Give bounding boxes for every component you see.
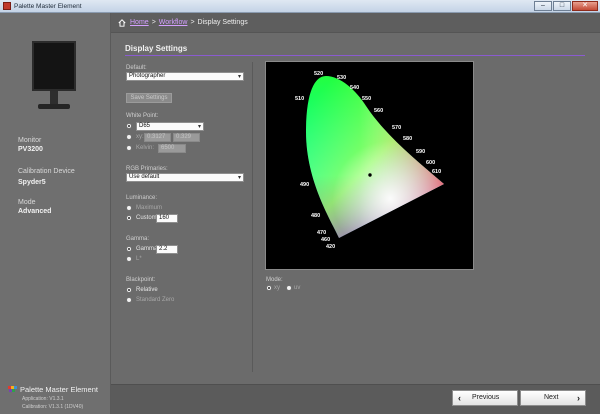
- xy-x-input[interactable]: 0.3127: [144, 133, 171, 142]
- next-button[interactable]: Next ›: [520, 390, 586, 406]
- wavelength-label: 560: [374, 108, 383, 114]
- previous-button[interactable]: ‹ Previous: [452, 390, 518, 406]
- save-settings-button[interactable]: Save Settings: [126, 93, 172, 103]
- white-point-kelvin-radio[interactable]: [126, 145, 132, 151]
- kelvin-option-label: Kelvin:: [136, 145, 155, 151]
- panel-divider: [252, 62, 253, 372]
- wavelength-label: 590: [416, 149, 425, 155]
- blackpoint-relative-radio[interactable]: [126, 287, 132, 293]
- wavelength-label: 570: [392, 125, 401, 131]
- gamut-diagram: 520 530 540 550 560 570 580 590 600 610 …: [265, 61, 474, 270]
- breadcrumb-current: Display Settings: [197, 19, 248, 26]
- chevron-down-icon: ▾: [237, 175, 241, 181]
- title-bar: Palette Master Element – □ ✕: [0, 0, 600, 13]
- brand-name: Palette Master Element: [20, 385, 98, 394]
- luminance-custom-radio[interactable]: [126, 215, 132, 221]
- window-controls: – □ ✕: [534, 1, 598, 11]
- app-icon: [3, 2, 11, 10]
- breadcrumb-home-link[interactable]: Home: [130, 19, 149, 26]
- breadcrumb: Home > Workflow > Display Settings: [111, 13, 600, 33]
- wavelength-label: 520: [314, 71, 323, 77]
- wavelength-label: 540: [350, 85, 359, 91]
- monitor-label: Monitor: [18, 137, 42, 144]
- monitor-value: PV3200: [18, 146, 43, 153]
- breadcrumb-separator: >: [151, 19, 156, 26]
- luminance-custom-label: Custom:: [136, 215, 159, 221]
- previous-button-label: Previous: [472, 394, 500, 401]
- gamma-l-radio[interactable]: [126, 256, 132, 262]
- next-button-label: Next: [544, 394, 559, 401]
- chevron-left-icon: ‹: [458, 393, 461, 403]
- chevron-down-icon: ▾: [197, 124, 201, 130]
- sidebar: Monitor PV3200 Calibration Device Spyder…: [0, 13, 111, 414]
- monitor-image: [32, 41, 76, 113]
- wavelength-label: 600: [426, 160, 435, 166]
- gamma-l-label: L*: [136, 256, 142, 262]
- chevron-down-icon: ▾: [237, 74, 241, 80]
- luminance-maximum-label: Maximum: [136, 205, 163, 211]
- calibration-device-value: Spyder5: [18, 179, 46, 186]
- rgb-primaries-label: RGB Primaries:: [126, 166, 168, 172]
- white-point-select[interactable]: D65 ▾: [136, 122, 204, 131]
- mode-uv-label: uv: [294, 285, 301, 291]
- white-point-marker: [368, 173, 372, 177]
- title-divider: [125, 55, 585, 56]
- blackpoint-standard-label: Standard Zero: [136, 297, 175, 303]
- wavelength-label: 510: [295, 96, 304, 102]
- breadcrumb-workflow-link[interactable]: Workflow: [159, 19, 188, 26]
- kelvin-input[interactable]: 6500: [158, 144, 186, 153]
- blackpoint-relative-label: Relative: [136, 287, 158, 293]
- wavelength-label: 470: [317, 230, 326, 236]
- mode-xy-label: xy: [274, 285, 280, 291]
- rgb-primaries-select[interactable]: Use default ▾: [126, 173, 244, 182]
- wavelength-label: 530: [337, 75, 346, 81]
- wavelength-label: 420: [326, 244, 335, 250]
- calibration-device-label: Calibration Device: [18, 168, 75, 175]
- blackpoint-standard-radio[interactable]: [126, 297, 132, 303]
- breadcrumb-separator: >: [190, 19, 195, 26]
- minimize-button[interactable]: –: [534, 1, 552, 11]
- chevron-right-icon: ›: [577, 393, 580, 403]
- home-icon[interactable]: [118, 18, 126, 27]
- window-title: Palette Master Element: [14, 2, 82, 10]
- footer-bar: ‹ Previous Next ›: [111, 384, 600, 414]
- default-label: Default:: [126, 65, 147, 71]
- maximize-button[interactable]: □: [553, 1, 571, 11]
- page-title: Display Settings: [125, 44, 188, 53]
- mode-label: Mode: [18, 199, 36, 206]
- wavelength-label: 610: [432, 169, 441, 175]
- mode-xy-radio[interactable]: [266, 285, 272, 291]
- default-select[interactable]: Photographer ▾: [126, 72, 244, 81]
- xy-y-input[interactable]: 0.329: [173, 133, 200, 142]
- default-select-value: Photographer: [129, 73, 166, 79]
- wavelength-label: 550: [362, 96, 371, 102]
- wavelength-label: 580: [403, 136, 412, 142]
- blackpoint-label: Blackpoint:: [126, 277, 156, 283]
- luminance-input[interactable]: 160: [156, 214, 178, 223]
- luminance-label: Luminance:: [126, 195, 158, 201]
- white-point-select-value: D65: [139, 123, 151, 129]
- gamma-label: Gamma:: [126, 236, 150, 242]
- close-button[interactable]: ✕: [572, 1, 598, 11]
- luminance-maximum-radio[interactable]: [126, 205, 132, 211]
- wavelength-label: 460: [321, 237, 330, 243]
- application-version: Application: V1.3.1: [22, 396, 64, 402]
- white-point-preset-radio[interactable]: [126, 123, 132, 129]
- gamma-input[interactable]: 2.2: [156, 245, 178, 254]
- benq-logo-icon: [8, 386, 17, 393]
- mode-value: Advanced: [18, 208, 52, 215]
- calibration-version: Calibration: V1.3.1 (1DV40): [22, 404, 84, 410]
- white-point-xy-radio[interactable]: [126, 134, 132, 140]
- chromaticity-diagram: 520 530 540 550 560 570 580 590 600 610 …: [295, 71, 444, 250]
- wavelength-label: 480: [311, 213, 320, 219]
- main-panel: Display Settings Default: Photographer ▾…: [111, 33, 600, 384]
- diagram-mode-label: Mode:: [266, 277, 283, 283]
- white-point-label: White Point:: [126, 113, 159, 119]
- xy-option-label: xy:: [136, 134, 144, 140]
- rgb-primaries-select-value: Use default: [129, 174, 160, 180]
- wavelength-label: 490: [300, 182, 309, 188]
- mode-uv-radio[interactable]: [286, 285, 292, 291]
- gamma-gamma-radio[interactable]: [126, 246, 132, 252]
